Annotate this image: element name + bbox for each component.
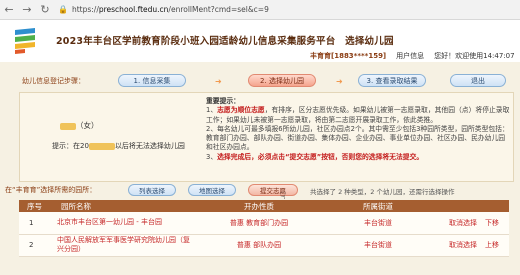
forward-icon[interactable]: → [18,1,36,19]
row-actions: 取消选择 上移 [429,234,509,257]
steps-bar: 幼儿信息登记步骤： 1. 信息采集 ➜ 2. 选择幼儿园 ➜ 3. 查看录取结果… [0,70,520,90]
row-index: 2 [19,234,53,257]
kindergarten-street: 丰台街道 [327,234,429,257]
col-street: 所属街道 [327,200,429,212]
step-info-collection[interactable]: 1. 信息采集 [118,74,186,87]
notice-line-1: 1、志愿为顺位志愿，有排序，区分志愿优先级。如果幼儿被第一志愿录取，其他园（点）… [206,106,510,124]
step-select-kindergarten[interactable]: 2. 选择幼儿园 [248,74,316,87]
table-row: 2 中国人民解放军军事医学研究院幼儿园（复兴分园） 普惠 部队办园 丰台街道 取… [19,234,509,257]
info-panel: （女） 提示：在20 以后将无法选择幼儿园 重要提示： 1、志愿为顺位志愿，有排序… [19,92,514,182]
age-deadline-note: 提示：在20 以后将无法选择幼儿园 [52,142,185,150]
reload-icon[interactable]: ↻ [36,1,54,19]
move-up-link[interactable]: 上移 [485,241,499,249]
arrow-right-icon: ➜ [336,77,343,86]
browser-toolbar: ← → ↻ 🔒 https://preschool.ftedu.cn/enrol… [0,0,520,20]
col-type: 开办性质 [191,200,327,212]
date-redacted [88,142,115,150]
page-header: 2023年丰台区学前教育阶段小班入园适龄幼儿信息采集服务平台 选择幼儿园 丰育育… [0,20,520,62]
step-view-result[interactable]: 3. 查看录取结果 [358,74,426,87]
notice-line-3: 3、选择完成后，必须点击“提交志愿”按钮，否则您的选择将无法提交。 [206,152,424,161]
row-index: 1 [19,212,53,235]
map-select-button[interactable]: 地图选择 [188,184,236,196]
steps-label: 幼儿信息登记步骤： [22,77,85,85]
selection-summary: 共选择了 2 种类型，2 个幼儿园，还需行选择操作 [310,188,455,196]
cancel-selection-link[interactable]: 取消选择 [449,241,477,249]
url-path: /enrollMent?cmd=sel&c=9 [168,5,269,14]
url-host: preschool.ftedu.cn [98,5,169,14]
logo-icon [15,28,35,54]
list-select-button[interactable]: 列表选择 [128,184,176,196]
url-scheme: https:// [71,5,99,14]
selection-bar: 在“丰育育”选择所需的园所： 列表选择 地图选择 提交志愿 共选择了 2 种类型… [0,182,520,198]
user-bar: 丰育育[1883****159] 用户信息 您好！欢迎使用14:47:07 [310,51,515,61]
notice-line-2: 2、每名幼儿可最多填报6所幼儿园，社区办园点2个。其中需至少包括3种园所类型，园… [206,124,509,152]
table-row: 1 北京市丰台区第一幼儿园 - 丰台园 普惠 教育部门办园 丰台街道 取消选择下… [19,212,509,235]
col-name: 园所名称 [53,200,191,212]
kindergarten-type: 普惠 部队办园 [191,234,327,257]
page-title: 2023年丰台区学前教育阶段小班入园适龄幼儿信息采集服务平台 选择幼儿园 [56,36,394,47]
arrow-right-icon: ➜ [215,77,222,86]
logout-button[interactable]: 退出 [450,74,506,87]
important-notice: 重要提示： 1、志愿为顺位志愿，有排序，区分志愿优先级。如果幼儿被第一志愿录取，… [206,97,510,162]
move-down-link[interactable]: 下移 [485,219,499,227]
table-header-row: 序号 园所名称 开办性质 所属街道 [19,200,509,212]
cancel-selection-link[interactable]: 取消选择 [449,219,477,227]
lock-icon: 🔒 [58,5,68,14]
notice-title: 重要提示： [206,97,240,105]
back-icon[interactable]: ← [0,1,18,19]
col-ops [429,200,509,212]
user-center-link[interactable]: 用户信息 [396,51,424,61]
selection-hint: 在“丰育育”选择所需的园所： [5,186,97,194]
child-name-redacted [60,122,76,130]
address-bar[interactable]: 🔒 https://preschool.ftedu.cn/enrollMent?… [58,3,358,17]
selected-kindergartens-table: 序号 园所名称 开办性质 所属街道 1 北京市丰台区第一幼儿园 - 丰台园 普惠… [19,200,509,257]
child-name: （女） [60,120,99,131]
kindergarten-street: 丰台街道 [327,212,429,235]
kindergarten-type: 普惠 教育部门办园 [191,212,327,235]
user-name: 丰育育[1883****159] [310,52,387,60]
kindergarten-name-link[interactable]: 中国人民解放军军事医学研究院幼儿园（复兴分园） [53,234,191,257]
submit-preferences-button[interactable]: 提交志愿 [248,184,298,196]
row-actions: 取消选择 下移 [429,212,509,235]
welcome-text: 您好！欢迎使用14:47:07 [434,52,515,60]
col-index: 序号 [19,200,53,212]
kindergarten-name-link[interactable]: 北京市丰台区第一幼儿园 - 丰台园 [53,212,191,235]
